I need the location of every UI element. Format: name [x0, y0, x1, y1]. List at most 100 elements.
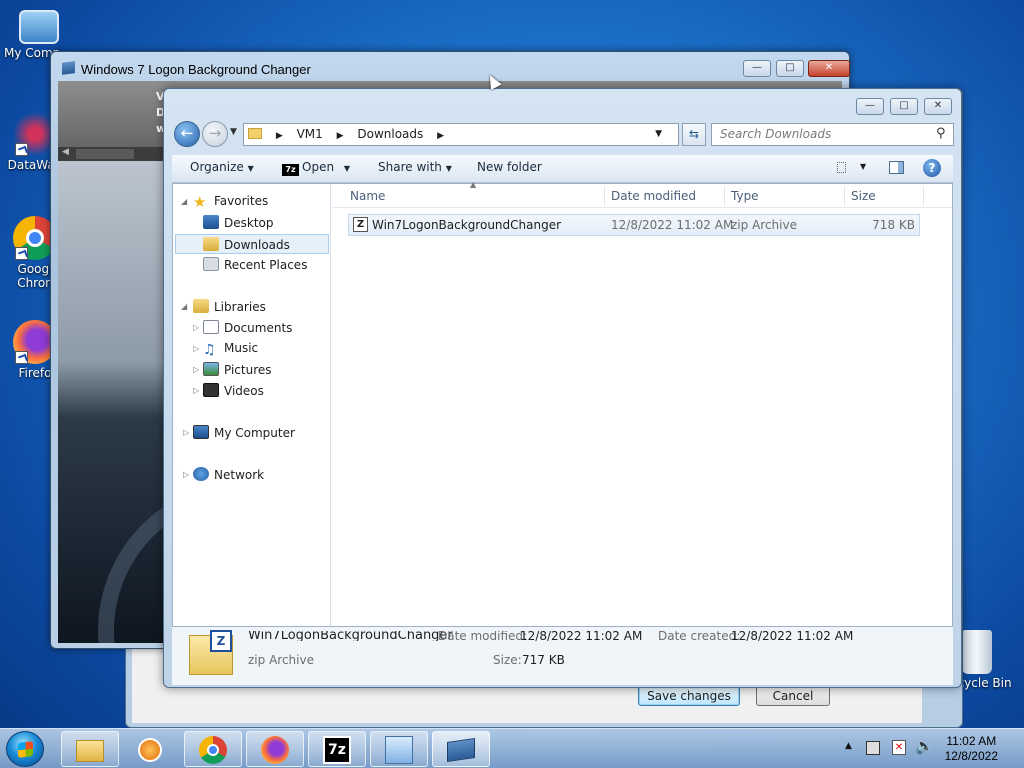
- navigation-bar: ← → ▼ ▶ VM1 ▶ Downloads ▶ ▼ ⇆ Search Dow…: [172, 121, 954, 147]
- chevron-down-icon[interactable]: ▼: [860, 162, 866, 171]
- scroll-thumb[interactable]: [76, 149, 134, 159]
- preview-pane-icon[interactable]: [889, 161, 904, 174]
- nav-recent-places[interactable]: Recent Places: [203, 257, 307, 272]
- address-bar[interactable]: ▶ VM1 ▶ Downloads ▶ ▼: [243, 123, 679, 146]
- clock-date: 12/8/2022: [944, 749, 998, 763]
- file-open-dialog: — □ ✕ ← → ▼ ▶ VM1 ▶ Downloads ▶ ▼ ⇆ Sear…: [163, 88, 962, 688]
- taskbar-7zip-button[interactable]: 7z: [308, 731, 366, 767]
- forward-button[interactable]: →: [202, 121, 228, 147]
- file-dialog-minimize-button[interactable]: —: [856, 98, 884, 115]
- nav-videos[interactable]: Videos: [203, 383, 264, 398]
- help-icon[interactable]: ?: [923, 159, 941, 177]
- start-button[interactable]: [6, 731, 44, 767]
- file-size: 718 KB: [872, 218, 915, 232]
- nav-network[interactable]: Network: [193, 467, 264, 482]
- back-button[interactable]: ←: [174, 121, 200, 147]
- libraries-icon: [193, 299, 209, 313]
- column-size[interactable]: Size: [851, 189, 876, 203]
- expand-videos-icon[interactable]: ▷: [193, 386, 199, 395]
- file-name: Win7LogonBackgroundChanger: [372, 218, 562, 232]
- computer-icon: [193, 425, 209, 439]
- nav-favorites[interactable]: ★ Favorites: [193, 194, 268, 210]
- sort-ascending-icon: ▲: [470, 180, 477, 189]
- nav-pictures[interactable]: Pictures: [203, 362, 272, 377]
- close-button[interactable]: ✕: [808, 60, 850, 77]
- taskbar: 7z ▲ ✕ 🔈: [0, 728, 1024, 768]
- breadcrumb-vm1[interactable]: VM1: [297, 127, 323, 141]
- details-date-created: 12/8/2022 11:02 AM: [731, 631, 854, 641]
- nav-documents[interactable]: Documents: [203, 320, 292, 335]
- share-with-button[interactable]: Share with ▼: [378, 160, 452, 174]
- network-tray-icon[interactable]: [866, 741, 880, 755]
- 7zip-icon: 7z: [282, 164, 299, 176]
- documents-icon: [203, 320, 219, 334]
- organize-button[interactable]: Organize ▼: [190, 160, 254, 174]
- details-file-name: Win7LogonBackgroundChanger: [248, 631, 453, 641]
- taskbar-logon-changer-button[interactable]: [432, 731, 490, 767]
- chevron-down-icon: ▼: [445, 164, 452, 173]
- expand-pictures-icon[interactable]: ▷: [193, 365, 199, 374]
- folder-icon: [76, 740, 104, 762]
- taskbar-chrome-button[interactable]: [184, 731, 242, 767]
- nav-music[interactable]: ♫ Music: [203, 341, 258, 357]
- system-clock[interactable]: 11:02 AM 12/8/2022: [945, 734, 998, 764]
- view-options-icon[interactable]: [837, 162, 846, 173]
- videos-icon: [203, 383, 219, 397]
- 7zip-icon: 7z: [323, 736, 351, 764]
- nav-my-computer[interactable]: My Computer: [193, 425, 295, 440]
- file-dialog-maximize-button[interactable]: □: [890, 98, 918, 115]
- file-row[interactable]: Z Win7LogonBackgroundChanger 12/8/2022 1…: [348, 214, 920, 236]
- maximize-button[interactable]: □: [776, 60, 804, 77]
- recycle-bin-icon: [962, 630, 992, 674]
- collapse-libraries-icon[interactable]: ◢: [181, 302, 187, 311]
- details-date-created-label: Date created:: [658, 631, 741, 641]
- volume-icon[interactable]: 🔈: [915, 737, 934, 755]
- chevron-down-icon: ▼: [247, 164, 254, 173]
- collapse-favorites-icon[interactable]: ◢: [181, 197, 187, 206]
- clock-time: 11:02 AM: [946, 734, 997, 748]
- breadcrumb-separator-icon: ▶: [336, 131, 344, 141]
- navigation-pane: ◢ ★ Favorites Desktop Downloads Recent Pl…: [173, 184, 331, 626]
- taskbar-media-player-button[interactable]: [121, 731, 179, 767]
- cancel-button[interactable]: Cancel: [756, 686, 830, 706]
- show-hidden-icons-icon[interactable]: ▲: [845, 741, 852, 751]
- nav-desktop[interactable]: Desktop: [203, 215, 274, 230]
- breadcrumb-downloads[interactable]: Downloads: [357, 127, 423, 141]
- expand-my-computer-icon[interactable]: ▷: [183, 428, 189, 437]
- network-icon: [193, 467, 209, 481]
- column-date-modified[interactable]: Date modified: [611, 189, 696, 203]
- search-icon[interactable]: ⚲: [936, 126, 946, 141]
- address-dropdown-icon[interactable]: ▼: [655, 124, 662, 145]
- recent-pages-dropdown-icon[interactable]: ▼: [230, 127, 237, 137]
- app-icon: [62, 61, 75, 75]
- downloads-folder-icon: [203, 237, 219, 251]
- expand-documents-icon[interactable]: ▷: [193, 323, 199, 332]
- column-type[interactable]: Type: [731, 189, 759, 203]
- taskbar-firefox-button[interactable]: [246, 731, 304, 767]
- taskbar-explorer-button[interactable]: [61, 731, 119, 767]
- explorer-body: ◢ ★ Favorites Desktop Downloads Recent Pl…: [172, 180, 953, 627]
- expand-music-icon[interactable]: ▷: [193, 344, 199, 353]
- expand-network-icon[interactable]: ▷: [183, 470, 189, 479]
- chrome-icon: [199, 736, 227, 764]
- refresh-button[interactable]: ⇆: [682, 123, 706, 146]
- open-button[interactable]: 7z Open ▼: [282, 160, 350, 176]
- shortcut-arrow-icon: [15, 351, 28, 364]
- nav-libraries[interactable]: Libraries: [193, 299, 266, 314]
- media-player-icon: [138, 738, 162, 762]
- desktop-icon: [203, 215, 219, 229]
- save-changes-button[interactable]: Save changes: [638, 686, 740, 706]
- search-input[interactable]: Search Downloads: [711, 123, 954, 146]
- scroll-left-icon[interactable]: ◀: [62, 147, 69, 157]
- new-folder-button[interactable]: New folder: [477, 160, 542, 174]
- taskbar-control-panel-button[interactable]: [370, 731, 428, 767]
- action-center-icon[interactable]: ✕: [892, 740, 906, 755]
- minimize-button[interactable]: —: [743, 60, 771, 77]
- shortcut-arrow-icon: [15, 143, 28, 156]
- column-name[interactable]: Name: [350, 189, 385, 203]
- computer-icon: [19, 10, 59, 44]
- recent-places-icon: [203, 257, 219, 271]
- refresh-icon: ⇆: [688, 127, 700, 141]
- file-dialog-close-button[interactable]: ✕: [924, 98, 952, 115]
- nav-downloads[interactable]: Downloads: [175, 234, 329, 254]
